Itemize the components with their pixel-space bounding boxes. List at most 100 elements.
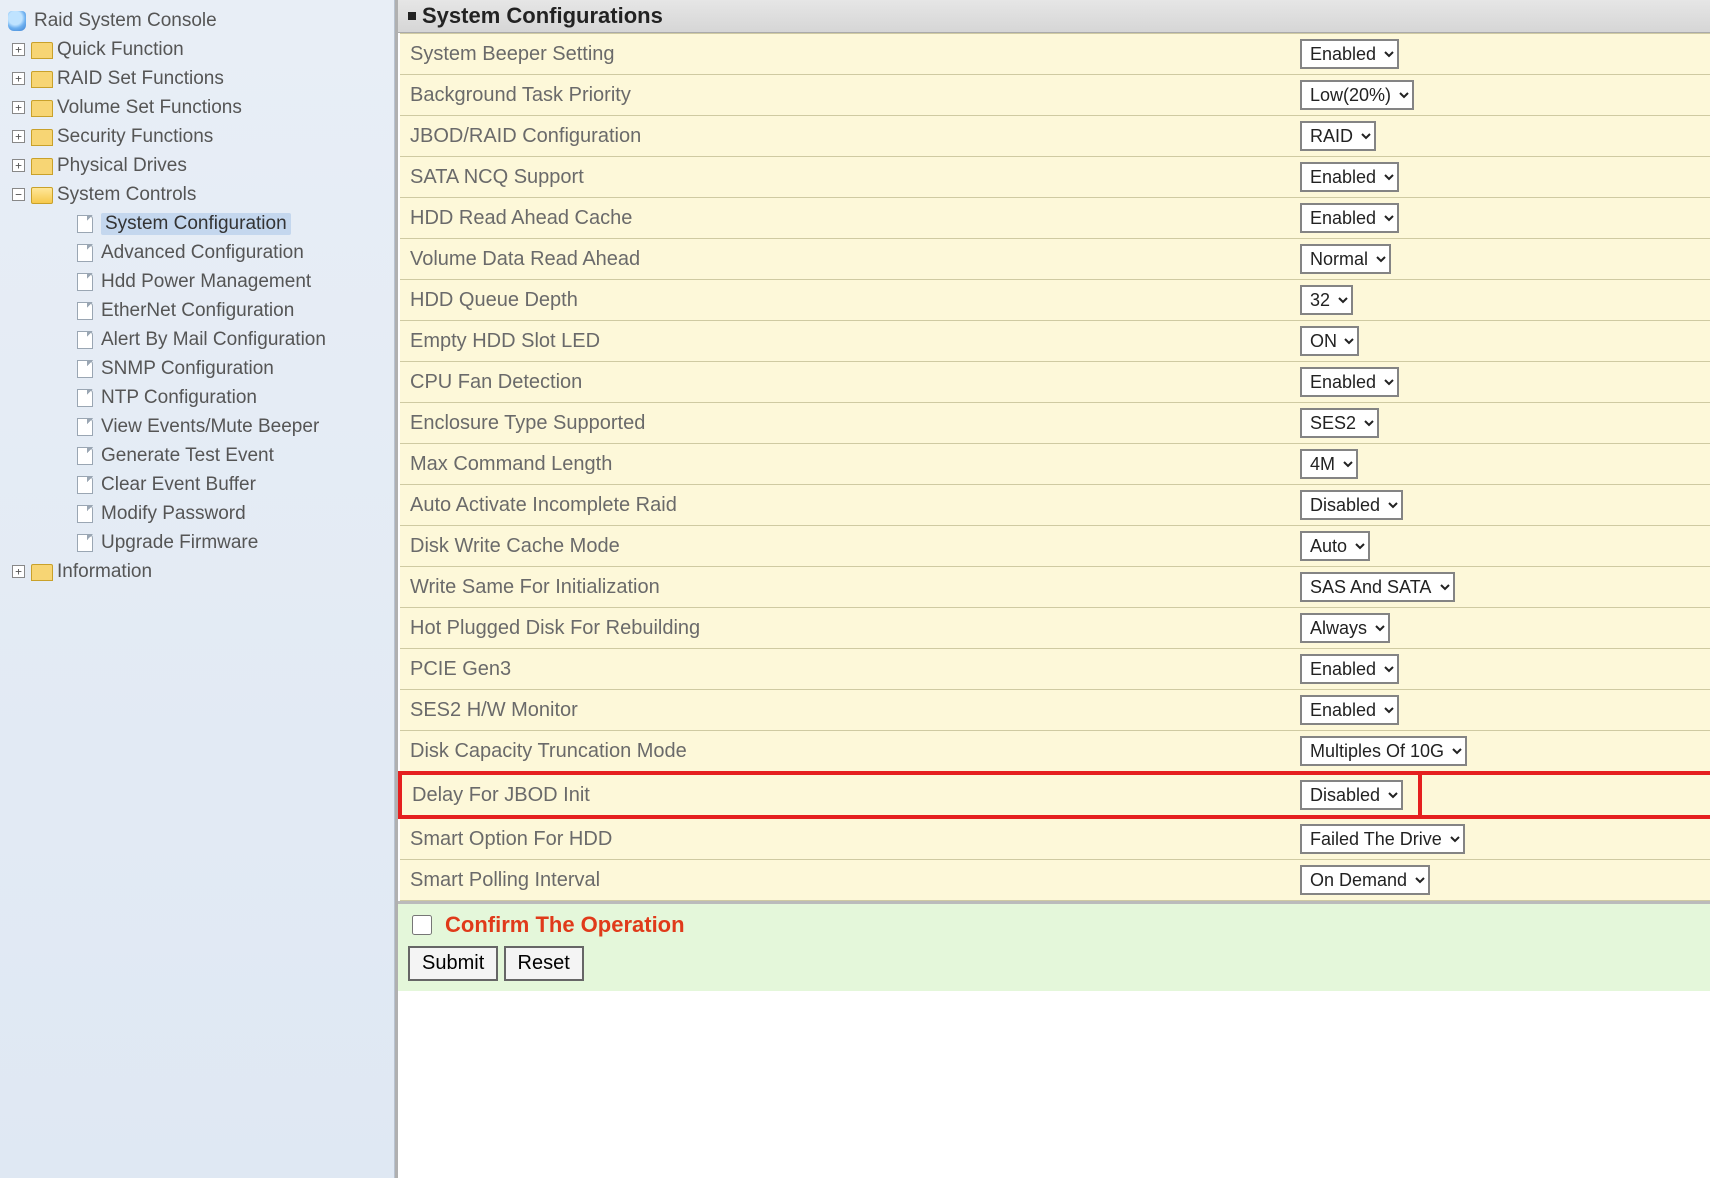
expand-icon[interactable]: + <box>12 159 25 172</box>
config-row: JBOD/RAID ConfigurationRAID <box>400 116 1710 157</box>
config-select-delay-for-jbod-init[interactable]: Disabled <box>1300 780 1403 810</box>
expand-icon[interactable]: + <box>12 130 25 143</box>
config-row: Max Command Length4M <box>400 444 1710 485</box>
config-select-ses2-h-w-monitor[interactable]: Enabled <box>1300 695 1399 725</box>
config-select-smart-polling-interval[interactable]: On Demand <box>1300 865 1430 895</box>
collapse-icon[interactable]: − <box>12 188 25 201</box>
tree-leaf-view-events-mute-beeper[interactable]: View Events/Mute Beeper <box>58 412 394 441</box>
config-select-auto-activate-incomplete-raid[interactable]: Disabled <box>1300 490 1403 520</box>
config-select-pcie-gen3[interactable]: Enabled <box>1300 654 1399 684</box>
config-row: Smart Polling Interval On Demand <box>400 860 1710 901</box>
confirm-checkbox[interactable] <box>412 915 432 935</box>
config-row: Enclosure Type SupportedSES2 <box>400 403 1710 444</box>
tree-node-volume-set-functions[interactable]: + Volume Set Functions <box>12 93 394 122</box>
tree-node-label: Information <box>57 561 152 583</box>
tree-connector <box>58 333 71 346</box>
config-select-disk-capacity-truncation-mode[interactable]: Multiples Of 10G <box>1300 736 1467 766</box>
tree-leaf-ntp-configuration[interactable]: NTP Configuration <box>58 383 394 412</box>
tree-connector <box>58 420 71 433</box>
config-control-cell: Multiples Of 10G <box>1290 731 1710 774</box>
tree-leaf-clear-event-buffer[interactable]: Clear Event Buffer <box>58 470 394 499</box>
config-select-volume-data-read-ahead[interactable]: Normal <box>1300 244 1391 274</box>
tree-root[interactable]: Raid System Console <box>8 6 394 35</box>
app-root: Raid System Console + Quick Function + RAID… <box>0 0 1710 1178</box>
tree-leaf-advanced-configuration[interactable]: Advanced Configuration <box>58 238 394 267</box>
tree-connector <box>58 275 71 288</box>
config-label: Smart Polling Interval <box>400 860 1290 901</box>
tree-connector <box>58 391 71 404</box>
tree-connector <box>58 536 71 549</box>
tree-node-quick-function[interactable]: + Quick Function <box>12 35 394 64</box>
config-select-background-task-priority[interactable]: Low(20%) <box>1300 80 1414 110</box>
config-control-cell: Failed The Drive <box>1290 817 1710 860</box>
expand-icon[interactable]: + <box>12 72 25 85</box>
tree-leaf-modify-password[interactable]: Modify Password <box>58 499 394 528</box>
expand-icon[interactable]: + <box>12 101 25 114</box>
config-row: Hot Plugged Disk For RebuildingAlways <box>400 608 1710 649</box>
tree-connector <box>58 362 71 375</box>
tree-node-label: Volume Set Functions <box>57 97 242 119</box>
tree-connector <box>58 304 71 317</box>
tree-connector <box>58 246 71 259</box>
page-icon <box>77 302 93 320</box>
config-select-smart-option-for-hdd[interactable]: Failed The Drive <box>1300 824 1465 854</box>
tree-node-information[interactable]: + Information <box>12 557 394 586</box>
config-select-empty-hdd-slot-led[interactable]: ON <box>1300 326 1359 356</box>
config-row: CPU Fan Detection Enabled <box>400 362 1710 403</box>
config-select-max-command-length[interactable]: 4M <box>1300 449 1358 479</box>
tree-leaf-hdd-power-management[interactable]: Hdd Power Management <box>58 267 394 296</box>
config-select-hot-plugged-disk-for-rebuilding[interactable]: Always <box>1300 613 1390 643</box>
config-label: Background Task Priority <box>400 75 1290 116</box>
tree-leaf-system-configuration[interactable]: System Configuration <box>58 209 394 238</box>
page-icon <box>77 273 93 291</box>
page-icon <box>77 389 93 407</box>
tree-leaf-upgrade-firmware[interactable]: Upgrade Firmware <box>58 528 394 557</box>
tree-leaf-generate-test-event[interactable]: Generate Test Event <box>58 441 394 470</box>
config-select-cpu-fan-detection[interactable]: Enabled <box>1300 367 1399 397</box>
config-label: Write Same For Initialization <box>400 567 1290 608</box>
submit-button[interactable]: Submit <box>408 946 498 981</box>
config-select-enclosure-type-supported[interactable]: SES2 <box>1300 408 1379 438</box>
expand-icon[interactable]: + <box>12 43 25 56</box>
tree-node-label: System Controls <box>57 184 196 206</box>
config-select-hdd-queue-depth[interactable]: 32 <box>1300 285 1353 315</box>
nav-tree: Raid System Console + Quick Function + RAID… <box>6 6 394 586</box>
config-table: System Beeper SettingEnabledBackground T… <box>398 33 1710 901</box>
tree-node-physical-drives[interactable]: +Physical Drives <box>12 151 394 180</box>
folder-icon <box>31 187 51 203</box>
tree-leaf-label: Advanced Configuration <box>101 242 304 264</box>
tree-leaf-ethernet-configuration[interactable]: EtherNet Configuration <box>58 296 394 325</box>
config-label: Volume Data Read Ahead <box>400 239 1290 280</box>
tree-node-label: Quick Function <box>57 39 184 61</box>
config-select-disk-write-cache-mode[interactable]: Auto <box>1300 531 1370 561</box>
config-row: Delay For JBOD Init Disabled <box>400 773 1710 817</box>
tree-leaf-label: Hdd Power Management <box>101 271 311 293</box>
config-label: CPU Fan Detection <box>400 362 1290 403</box>
main-panel: System Configurations System Beeper Sett… <box>395 0 1710 1178</box>
reset-button[interactable]: Reset <box>504 946 584 981</box>
sidebar: Raid System Console + Quick Function + RAID… <box>0 0 395 1178</box>
config-select-sata-ncq-support[interactable]: Enabled <box>1300 162 1399 192</box>
tree-leaf-alert-by-mail-configuration[interactable]: Alert By Mail Configuration <box>58 325 394 354</box>
config-select-hdd-read-ahead-cache[interactable]: Enabled <box>1300 203 1399 233</box>
folder-icon <box>31 42 51 58</box>
config-control-cell: Enabled <box>1290 362 1710 403</box>
tree-leaf-label: NTP Configuration <box>101 387 257 409</box>
config-row: System Beeper SettingEnabled <box>400 34 1710 75</box>
config-label: Delay For JBOD Init <box>400 773 1290 817</box>
tree-node-security-functions[interactable]: +Security Functions <box>12 122 394 151</box>
tree-node-raid-set-functions[interactable]: + RAID Set Functions <box>12 64 394 93</box>
tree-leaf-snmp-configuration[interactable]: SNMP Configuration <box>58 354 394 383</box>
config-label: Smart Option For HDD <box>400 817 1290 860</box>
console-icon <box>8 11 26 31</box>
tree-node-label: RAID Set Functions <box>57 68 224 90</box>
tree-leaf-label: Generate Test Event <box>101 445 274 467</box>
tree-root-label: Raid System Console <box>34 10 217 32</box>
tree-node-system-controls[interactable]: − System Controls <box>12 180 394 209</box>
config-select-system-beeper-setting[interactable]: Enabled <box>1300 39 1399 69</box>
config-select-jbod-raid-configuration[interactable]: RAID <box>1300 121 1376 151</box>
expand-icon[interactable]: + <box>12 565 25 578</box>
config-row: Smart Option For HDD Failed The Drive <box>400 817 1710 860</box>
config-label: PCIE Gen3 <box>400 649 1290 690</box>
config-select-write-same-for-initialization[interactable]: SAS And SATA <box>1300 572 1455 602</box>
